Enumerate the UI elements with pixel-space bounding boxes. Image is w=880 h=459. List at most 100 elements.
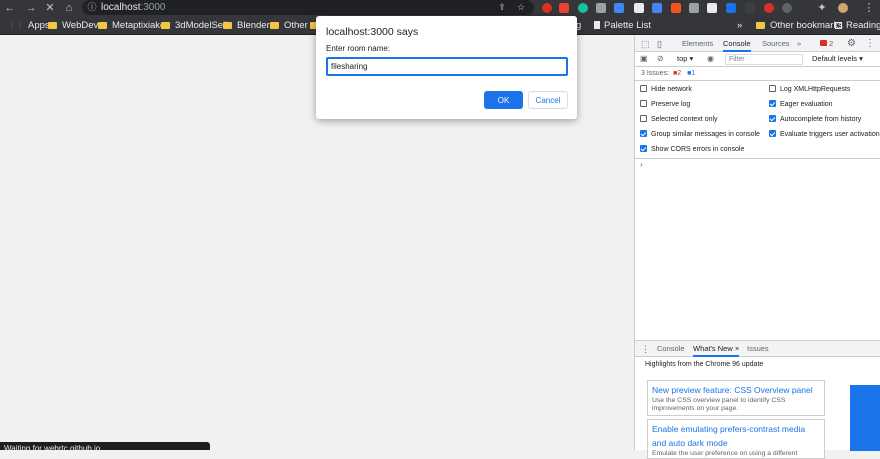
extension-icon[interactable]	[689, 3, 699, 13]
folder-icon	[98, 22, 107, 29]
browser-toolbar: ← → ✕ ⌂ ⓘ localhost:3000 ⇪ ☆ ✦ ⋮	[0, 0, 880, 16]
inspect-element-icon[interactable]: ⬚	[641, 36, 650, 52]
forward-arrow-icon[interactable]: →	[24, 1, 38, 15]
extension-icon[interactable]	[559, 3, 569, 13]
log-levels-dropdown[interactable]: Default levels ▾	[812, 51, 863, 67]
bookmark-label: Apps	[28, 20, 50, 31]
option-show-cors[interactable]: Show CORS errors in console	[640, 145, 744, 155]
reading-list-label: Reading li	[846, 20, 880, 31]
extension-icon[interactable]	[614, 3, 624, 13]
tab-console[interactable]: Console	[723, 36, 751, 52]
option-eager-eval[interactable]: Eager evaluation	[769, 100, 833, 110]
context-selector[interactable]: top ▾	[677, 51, 693, 67]
drawer-tabbar: ⋮ Console What's New × Issues	[635, 341, 880, 357]
settings-gear-icon[interactable]: ⚙	[847, 36, 856, 52]
extension-icon[interactable]	[745, 3, 755, 13]
option-label: Selected context only	[651, 116, 718, 123]
menu-dots-icon[interactable]: ⋮	[862, 1, 876, 15]
drawer-tab-issues[interactable]: Issues	[747, 341, 769, 357]
bookmark-star-icon[interactable]: ☆	[514, 0, 528, 14]
extension-icon[interactable]	[652, 3, 662, 13]
bookmarks-overflow-button[interactable]: »	[737, 19, 742, 32]
bookmark-3dmodelsell[interactable]: 3dModelSell	[161, 19, 227, 32]
option-label: Hide network	[651, 86, 692, 93]
drawer-tab-console[interactable]: Console	[657, 341, 685, 357]
card-title[interactable]: New preview feature: CSS Overview panel	[652, 383, 820, 397]
drawer-menu-icon[interactable]: ⋮	[641, 341, 650, 357]
bookmark-label: Other	[284, 20, 308, 31]
back-arrow-icon[interactable]: ←	[3, 1, 17, 15]
share-icon[interactable]: ⇪	[495, 0, 509, 14]
extension-icon[interactable]	[596, 3, 606, 13]
extension-icon[interactable]	[542, 3, 552, 13]
option-label: Log XMLHttpRequests	[780, 86, 851, 93]
checkbox[interactable]	[640, 100, 647, 107]
option-preserve-log[interactable]: Preserve log	[640, 100, 690, 110]
bookmark-palette-list[interactable]: Palette List	[594, 19, 651, 32]
issues-bar[interactable]: 3 Issues: ■2 ■1	[635, 67, 880, 81]
bookmark-webdev[interactable]: WebDev	[48, 19, 98, 32]
info-icon[interactable]: ⓘ	[85, 0, 99, 14]
extension-icon[interactable]	[726, 3, 736, 13]
checkbox[interactable]	[640, 115, 647, 122]
option-evaluate-triggers[interactable]: Evaluate triggers user activation	[769, 130, 880, 140]
checkbox[interactable]	[769, 115, 776, 122]
checkbox[interactable]	[640, 130, 647, 137]
home-icon[interactable]: ⌂	[62, 1, 76, 15]
other-bookmarks-folder[interactable]: Other bookmarks	[756, 19, 843, 32]
option-group-similar[interactable]: Group similar messages in console	[640, 130, 760, 140]
apps-grid-icon: ⋮⋮	[8, 21, 24, 30]
ok-button[interactable]: OK	[484, 91, 523, 109]
issues-label: 3 Issues:	[641, 70, 670, 77]
reading-list-button[interactable]: Reading li	[835, 19, 880, 32]
whats-new-card[interactable]: New preview feature: CSS Overview panel …	[647, 380, 825, 416]
console-prompt[interactable]: ›	[640, 160, 643, 169]
folder-icon	[756, 22, 765, 29]
extension-icon[interactable]	[707, 3, 717, 13]
card-title[interactable]: Enable emulating prefers-contrast media …	[652, 422, 820, 450]
more-tabs-button[interactable]: »	[797, 36, 801, 52]
extension-icon[interactable]	[578, 3, 588, 13]
error-count-badge[interactable]: 2	[820, 36, 833, 52]
stop-loading-icon[interactable]: ✕	[43, 1, 57, 15]
url-host: localhost	[101, 2, 141, 13]
cancel-button[interactable]: Cancel	[528, 91, 568, 109]
live-expression-eye-icon[interactable]: ◉	[707, 51, 714, 67]
bookmark-blender[interactable]: Blender	[223, 19, 270, 32]
extension-icon[interactable]	[764, 3, 774, 13]
option-hide-network[interactable]: Hide network	[640, 85, 692, 95]
bookmark-metaptixiako[interactable]: Metaptixiako	[98, 19, 165, 32]
extension-icon[interactable]	[634, 3, 644, 13]
extension-icon[interactable]	[671, 3, 681, 13]
more-options-icon[interactable]: ⋮	[865, 36, 875, 52]
room-name-input[interactable]	[326, 57, 568, 76]
clear-console-icon[interactable]: ⊘	[657, 51, 664, 67]
close-icon[interactable]: ×	[735, 344, 739, 353]
bookmark-other[interactable]: Other	[270, 19, 308, 32]
device-toolbar-icon[interactable]: ▯	[657, 36, 662, 52]
option-log-xhr[interactable]: Log XMLHttpRequests	[769, 85, 850, 95]
checkbox[interactable]	[769, 85, 776, 92]
extensions-puzzle-icon[interactable]: ✦	[815, 1, 829, 15]
tab-sources[interactable]: Sources	[762, 36, 790, 52]
bookmark-apps[interactable]: ⋮⋮ Apps	[8, 19, 50, 32]
console-toolbar: ▣ ⊘ top ▾ ◉ Filter Default levels ▾	[635, 52, 880, 67]
whats-new-card[interactable]: Enable emulating prefers-contrast media …	[647, 419, 825, 459]
address-bar[interactable]: ⓘ localhost:3000 ⇪ ☆	[82, 0, 534, 15]
profile-avatar-icon[interactable]	[838, 3, 848, 13]
extension-icon[interactable]	[782, 3, 792, 13]
filter-input[interactable]: Filter	[725, 54, 803, 65]
error-icon	[820, 40, 827, 46]
tab-elements[interactable]: Elements	[682, 36, 713, 52]
bookmark-label: Blender	[237, 20, 270, 31]
checkbox[interactable]	[640, 145, 647, 152]
option-label: Autocomplete from history	[780, 116, 862, 123]
checkbox[interactable]	[769, 130, 776, 137]
drawer-tab-whats-new[interactable]: What's New ×	[693, 341, 740, 357]
status-bar: Waiting for webrtc.github.io...	[0, 442, 210, 450]
option-autocomplete[interactable]: Autocomplete from history	[769, 115, 861, 125]
sidebar-toggle-icon[interactable]: ▣	[640, 51, 648, 67]
checkbox[interactable]	[769, 100, 776, 107]
checkbox[interactable]	[640, 85, 647, 92]
option-selected-context[interactable]: Selected context only	[640, 115, 718, 125]
